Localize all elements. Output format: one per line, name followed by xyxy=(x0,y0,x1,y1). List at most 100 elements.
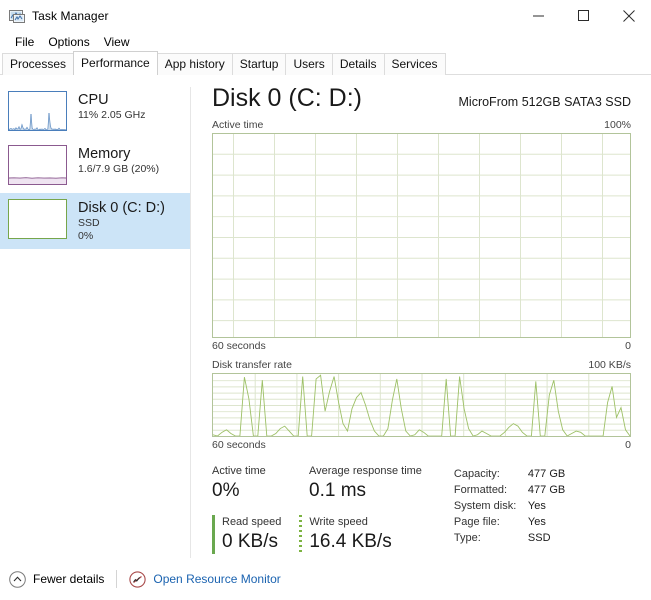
active-time-chart-timespan: 60 seconds xyxy=(212,340,266,352)
active-time-chart-title: Active time xyxy=(212,119,264,131)
transfer-rate-chart-title: Disk transfer rate xyxy=(212,359,292,371)
maximize-icon xyxy=(578,10,589,21)
sidebar-item-disk-0[interactable]: Disk 0 (C: D:) SSD 0% xyxy=(0,193,190,249)
transfer-rate-chart-labels: Disk transfer rate 100 KB/s xyxy=(212,359,631,372)
active-time-chart[interactable] xyxy=(212,133,631,338)
tab-services[interactable]: Services xyxy=(383,53,446,75)
memory-text-block: Memory 1.6/7.9 GB (20%) xyxy=(78,145,159,176)
memory-usage: 1.6/7.9 GB (20%) xyxy=(78,163,160,175)
stat-avg-response-time-label: Average response time xyxy=(309,465,422,477)
title-bar: Task Manager xyxy=(0,0,651,31)
property-formatted: Formatted: 477 GB xyxy=(454,482,565,498)
disk-properties-list: Capacity: 477 GB Formatted: 477 GB Syste… xyxy=(454,464,565,554)
stat-read-speed: Read speed 0 KB/s xyxy=(212,515,281,554)
cpu-name: CPU xyxy=(78,92,109,108)
stat-avg-response-time: Average response time 0.1 ms xyxy=(309,464,422,503)
property-page-file: Page file: Yes xyxy=(454,514,565,530)
stat-active-time: Active time 0% xyxy=(212,464,287,503)
disk-stats-row-speeds: Read speed 0 KB/s Write speed 16.4 KB/s xyxy=(212,515,444,554)
disk-mini-graph xyxy=(8,199,67,239)
property-system-disk-key: System disk: xyxy=(453,500,517,512)
stat-read-speed-value: 0 KB/s xyxy=(222,531,278,552)
tab-users[interactable]: Users xyxy=(285,53,333,75)
open-resource-monitor-label[interactable]: Open Resource Monitor xyxy=(153,572,280,586)
fewer-details-label: Fewer details xyxy=(33,572,105,586)
content-area: CPU 11% 2.05 GHz Memory 1.6/7.9 GB (20%) xyxy=(0,75,651,565)
property-formatted-value: 477 GB xyxy=(527,484,566,496)
property-system-disk: System disk: Yes xyxy=(454,498,565,514)
stat-active-time-label: Active time xyxy=(212,465,266,477)
property-formatted-key: Formatted: xyxy=(453,484,508,496)
tab-details[interactable]: Details xyxy=(331,53,385,75)
disk-text-block: Disk 0 (C: D:) SSD 0% xyxy=(78,199,165,243)
tab-processes[interactable]: Processes xyxy=(2,53,75,75)
disk-stats-left: Active time 0% Average response time 0.1… xyxy=(212,464,444,554)
stat-read-speed-label: Read speed xyxy=(222,516,282,528)
maximize-button[interactable] xyxy=(561,0,606,31)
transfer-rate-chart-zero: 0 xyxy=(625,439,631,451)
property-page-file-value: Yes xyxy=(527,516,546,528)
window-title: Task Manager xyxy=(32,8,109,23)
cpu-usage: 11% 2.05 GHz xyxy=(78,109,146,121)
property-system-disk-value: Yes xyxy=(527,500,546,512)
active-time-chart-labels: Active time 100% xyxy=(212,119,631,132)
tab-startup[interactable]: Startup xyxy=(231,53,287,75)
tab-bar: Processes Performance App history Startu… xyxy=(0,51,651,75)
property-type: Type: SSD xyxy=(454,530,565,546)
property-page-file-key: Page file: xyxy=(453,516,500,528)
cpu-text-block: CPU 11% 2.05 GHz xyxy=(78,91,146,122)
stat-write-speed: Write speed 16.4 KB/s xyxy=(299,515,392,554)
sidebar-item-memory[interactable]: Memory 1.6/7.9 GB (20%) xyxy=(0,139,190,191)
disk-statistics: Active time 0% Average response time 0.1… xyxy=(212,464,631,554)
property-capacity-key: Capacity: xyxy=(453,468,500,480)
sidebar-item-cpu[interactable]: CPU 11% 2.05 GHz xyxy=(0,85,190,137)
disk-name: Disk 0 (C: D:) xyxy=(78,200,165,216)
transfer-rate-chart-footer: 60 seconds 0 xyxy=(212,438,631,452)
memory-name: Memory xyxy=(78,146,131,162)
open-resource-monitor-button[interactable]: Open Resource Monitor xyxy=(129,570,281,588)
performance-sidebar: CPU 11% 2.05 GHz Memory 1.6/7.9 GB (20%) xyxy=(0,75,191,565)
stat-avg-response-time-value: 0.1 ms xyxy=(309,480,367,501)
transfer-rate-chart[interactable] xyxy=(212,373,631,437)
minimize-button[interactable] xyxy=(516,0,561,31)
panel-header: Disk 0 (C: D:) MicroFrom 512GB SATA3 SSD xyxy=(212,83,631,113)
menu-bar: File Options View xyxy=(0,31,651,53)
disk-usage: 0% xyxy=(78,230,94,242)
status-bar: Fewer details Open Resource Monitor xyxy=(0,558,651,600)
property-capacity-value: 477 GB xyxy=(527,468,566,480)
stat-write-speed-value: 16.4 KB/s xyxy=(309,531,392,552)
property-capacity: Capacity: 477 GB xyxy=(454,466,565,482)
menu-item-file[interactable]: File xyxy=(8,33,41,51)
stat-write-speed-label: Write speed xyxy=(309,516,368,528)
close-icon xyxy=(622,9,635,22)
close-button[interactable] xyxy=(606,0,651,31)
window-controls xyxy=(516,0,651,31)
task-manager-icon xyxy=(9,8,25,24)
page-title: Disk 0 (C: D:) xyxy=(212,84,362,112)
disk-stats-row-primary: Active time 0% Average response time 0.1… xyxy=(212,464,444,503)
resource-monitor-icon xyxy=(129,570,147,588)
footer-separator xyxy=(116,570,118,588)
device-model: MicroFrom 512GB SATA3 SSD xyxy=(458,95,632,109)
write-speed-legend-bar xyxy=(299,515,303,554)
tab-app-history[interactable]: App history xyxy=(156,53,233,75)
chevron-up-circle-icon xyxy=(9,570,26,588)
fewer-details-button[interactable]: Fewer details xyxy=(9,570,105,588)
menu-item-view[interactable]: View xyxy=(97,33,137,51)
menu-item-options[interactable]: Options xyxy=(41,33,96,51)
read-speed-legend-bar xyxy=(212,515,215,554)
property-type-key: Type: xyxy=(453,532,481,544)
minimize-icon xyxy=(533,15,544,17)
active-time-chart-max: 100% xyxy=(604,119,631,131)
active-time-chart-footer: 60 seconds 0 xyxy=(212,339,631,353)
disk-detail-panel: Disk 0 (C: D:) MicroFrom 512GB SATA3 SSD… xyxy=(190,75,651,565)
property-type-value: SSD xyxy=(527,532,551,544)
transfer-rate-chart-timespan: 60 seconds xyxy=(212,439,266,451)
active-time-chart-zero: 0 xyxy=(625,340,631,352)
transfer-rate-chart-max: 100 KB/s xyxy=(588,359,631,371)
cpu-mini-graph xyxy=(8,91,67,131)
tab-performance[interactable]: Performance xyxy=(73,51,158,75)
stat-active-time-value: 0% xyxy=(212,480,240,501)
memory-mini-graph xyxy=(8,145,67,185)
disk-type: SSD xyxy=(78,217,100,229)
